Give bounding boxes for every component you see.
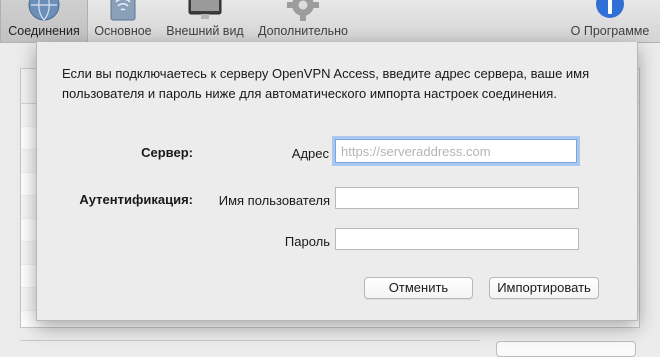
import-button[interactable]: Импортировать xyxy=(489,277,599,299)
address-label: Адрес xyxy=(291,146,329,161)
display-monitor-icon xyxy=(185,0,225,25)
gear-icon xyxy=(286,0,320,25)
info-icon xyxy=(594,0,626,25)
password-label: Пароль xyxy=(284,234,330,249)
intro-text: Если вы подключаетесь к серверу OpenVPN … xyxy=(62,66,590,101)
tab-advanced[interactable]: Дополнительно xyxy=(251,0,355,42)
network-globe-icon xyxy=(27,0,61,25)
tab-general[interactable]: Основное xyxy=(87,0,159,42)
tab-about-label: О Программе xyxy=(570,24,650,38)
tab-advanced-label: Дополнительно xyxy=(258,24,348,38)
cancel-button[interactable]: Отменить xyxy=(364,277,473,299)
tab-connections-label: Соединения xyxy=(8,24,80,38)
tab-general-label: Основное xyxy=(94,24,152,38)
tab-appearance[interactable]: Внешний вид xyxy=(160,0,250,42)
import-connection-sheet: Если вы подключаетесь к серверу OpenVPN … xyxy=(36,42,638,321)
username-input[interactable] xyxy=(335,187,579,209)
preferences-toolbar: Соединения Основное Внешний вид Дополнит… xyxy=(0,0,660,43)
server-address-input[interactable] xyxy=(335,139,577,163)
divider xyxy=(20,340,480,341)
username-label: Имя пользователя xyxy=(218,193,330,208)
tab-appearance-label: Внешний вид xyxy=(166,24,244,38)
background-button[interactable] xyxy=(496,341,636,357)
tab-about[interactable]: О Программе xyxy=(560,0,660,42)
general-settings-icon xyxy=(108,0,138,25)
authentication-section-label: Аутентификация: xyxy=(79,192,193,207)
server-section-label: Сервер: xyxy=(141,145,193,160)
password-input[interactable] xyxy=(335,228,579,250)
tab-connections[interactable]: Соединения xyxy=(0,0,88,42)
